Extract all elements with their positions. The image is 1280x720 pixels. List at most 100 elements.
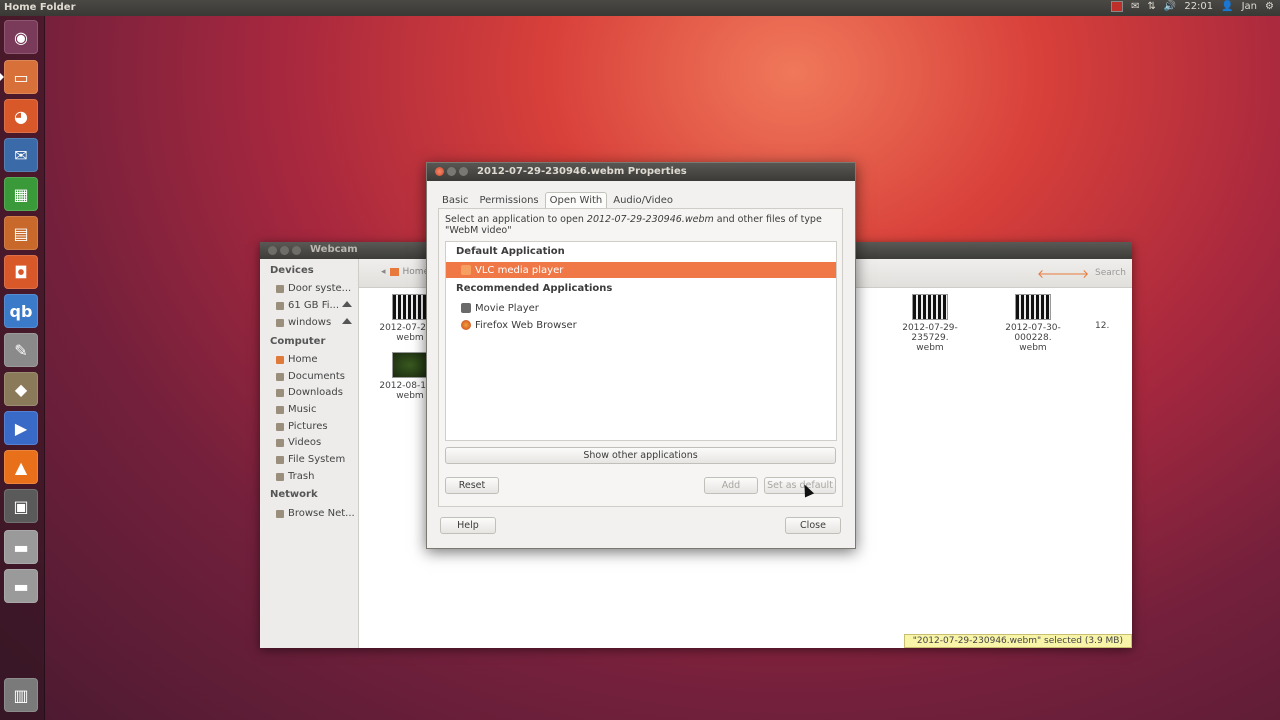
add-button[interactable]: Add xyxy=(704,477,758,494)
chevron-left-icon: ◂ xyxy=(381,267,386,277)
show-other-applications-button[interactable]: Show other applications xyxy=(445,447,836,464)
tab-bar: Basic Permissions Open With Audio/Video xyxy=(437,192,679,209)
sidebar-item-browse-network[interactable]: Browse Net... xyxy=(276,508,355,519)
sidebar-item-device[interactable]: Door syste... xyxy=(276,283,351,294)
launcher-thunderbird-icon[interactable]: ✉ xyxy=(4,138,38,172)
sidebar-item-documents[interactable]: Documents xyxy=(276,371,345,382)
folder-icon xyxy=(276,372,284,381)
clock[interactable]: 22:01 xyxy=(1184,1,1213,12)
folder-icon xyxy=(276,405,284,414)
search-button[interactable]: Search xyxy=(1095,268,1126,278)
app-row-firefox[interactable]: Firefox Web Browser xyxy=(446,317,836,333)
launcher-software-center-icon[interactable]: ◘ xyxy=(4,255,38,289)
close-icon[interactable] xyxy=(435,167,444,176)
default-application-header: Default Application xyxy=(456,246,565,257)
sidebar-header-devices: Devices xyxy=(270,265,314,276)
file-manager-title: Webcam xyxy=(310,244,358,255)
file-item[interactable]: 2012-07-30-000228. webm xyxy=(988,294,1078,353)
sidebar-item-device[interactable]: windows xyxy=(276,317,331,328)
eject-icon[interactable] xyxy=(342,301,352,307)
sidebar: Devices Door syste... 61 GB Fi... window… xyxy=(260,259,359,648)
launcher-dash-icon[interactable]: ◉ xyxy=(4,20,38,54)
launcher-movie-player-icon[interactable]: ▶ xyxy=(4,411,38,445)
system-tray: ✉ ⇅ 🔊 22:01 👤 Jan ⚙ xyxy=(1111,1,1274,12)
sidebar-item-music[interactable]: Music xyxy=(276,404,316,415)
application-list: Default Application VLC media player Rec… xyxy=(445,241,837,441)
eject-icon[interactable] xyxy=(342,318,352,324)
folder-icon xyxy=(276,438,284,447)
sidebar-item-videos[interactable]: Videos xyxy=(276,437,321,448)
launcher-firefox-icon[interactable]: ◕ xyxy=(4,99,38,133)
open-with-description: Select an application to open 2012-07-29… xyxy=(445,214,822,236)
home-icon xyxy=(389,268,399,276)
drive-icon xyxy=(276,318,284,327)
help-button[interactable]: Help xyxy=(440,517,496,534)
tab-open-with[interactable]: Open With xyxy=(544,192,608,209)
video-thumbnail xyxy=(1015,294,1051,320)
network-icon[interactable]: ⇅ xyxy=(1147,1,1155,12)
video-thumbnail xyxy=(392,294,428,320)
properties-dialog: 2012-07-29-230946.webm Properties Basic … xyxy=(426,162,856,549)
recommended-applications-header: Recommended Applications xyxy=(456,283,613,294)
close-icon[interactable] xyxy=(268,246,277,255)
launcher-libreoffice-calc-icon[interactable]: ▦ xyxy=(4,177,38,211)
launcher-text-editor-icon[interactable]: ✎ xyxy=(4,333,38,367)
sidebar-item-trash[interactable]: Trash xyxy=(276,471,314,482)
user-name[interactable]: Jan xyxy=(1242,1,1257,12)
file-item[interactable]: 2012-07-29-235729. webm xyxy=(885,294,975,353)
home-icon xyxy=(276,355,284,364)
sidebar-header-computer: Computer xyxy=(270,336,326,347)
sidebar-header-network: Network xyxy=(270,489,318,500)
folder-icon xyxy=(276,422,284,431)
dialog-titlebar[interactable]: 2012-07-29-230946.webm Properties xyxy=(427,163,855,181)
volume-icon[interactable]: 🔊 xyxy=(1164,1,1176,12)
app-row-movie-player[interactable]: Movie Player xyxy=(446,300,836,316)
forward-arrow-icon[interactable]: 🡒 xyxy=(1057,266,1089,281)
launcher-drive-1-icon[interactable]: ▬ xyxy=(4,530,38,564)
launcher-gimp-icon[interactable]: ◆ xyxy=(4,372,38,406)
video-thumbnail xyxy=(392,352,428,378)
drive-icon xyxy=(276,455,284,464)
launcher-terminal-icon[interactable]: ▣ xyxy=(4,489,38,523)
drive-icon xyxy=(276,301,284,310)
tab-audio-video[interactable]: Audio/Video xyxy=(608,192,678,209)
launcher-trash-icon[interactable]: ▥ xyxy=(4,678,38,712)
video-thumbnail xyxy=(912,294,948,320)
sidebar-item-file-system[interactable]: File System xyxy=(276,454,345,465)
top-panel: Home Folder ✉ ⇅ 🔊 22:01 👤 Jan ⚙ xyxy=(0,0,1280,16)
dialog-title: 2012-07-29-230946.webm Properties xyxy=(477,166,687,177)
launcher-qbittorrent-icon[interactable]: qb xyxy=(4,294,38,328)
maximize-icon[interactable] xyxy=(292,246,301,255)
sidebar-item-downloads[interactable]: Downloads xyxy=(276,387,343,398)
drive-icon xyxy=(276,284,284,293)
app-row-vlc[interactable]: VLC media player xyxy=(446,262,836,278)
user-icon[interactable]: 👤 xyxy=(1221,1,1233,12)
reset-button[interactable]: Reset xyxy=(445,477,499,494)
running-indicator-icon xyxy=(0,73,4,81)
launcher-files-icon[interactable]: ▭ xyxy=(4,60,38,94)
status-bar: "2012-07-29-230946.webm" selected (3.9 M… xyxy=(903,634,1132,648)
sidebar-item-device[interactable]: 61 GB Fi... xyxy=(276,300,339,311)
launcher-drive-2-icon[interactable]: ▬ xyxy=(4,569,38,603)
indicator-badge-icon[interactable] xyxy=(1111,1,1124,12)
trash-icon xyxy=(276,472,284,481)
gear-icon[interactable]: ⚙ xyxy=(1265,1,1274,12)
network-icon xyxy=(276,509,284,518)
folder-icon xyxy=(276,388,284,397)
open-with-panel: Select an application to open 2012-07-29… xyxy=(438,208,843,507)
tab-basic[interactable]: Basic xyxy=(437,192,473,209)
launcher-vlc-icon[interactable]: ▲ xyxy=(4,450,38,484)
breadcrumb[interactable]: ◂ Home xyxy=(381,267,429,277)
mail-icon[interactable]: ✉ xyxy=(1131,1,1139,12)
close-button[interactable]: Close xyxy=(785,517,841,534)
minimize-icon[interactable] xyxy=(447,167,456,176)
minimize-icon[interactable] xyxy=(280,246,289,255)
sidebar-item-pictures[interactable]: Pictures xyxy=(276,421,328,432)
launcher: ◉ ▭ ◕ ✉ ▦ ▤ ◘ qb ✎ ◆ ▶ ▲ ▣ ▬ ▬ ▥ xyxy=(0,16,45,720)
sidebar-item-home[interactable]: Home xyxy=(276,354,318,365)
file-item-partial[interactable]: 12. xyxy=(1095,321,1125,331)
tab-permissions[interactable]: Permissions xyxy=(474,192,543,209)
launcher-libreoffice-impress-icon[interactable]: ▤ xyxy=(4,216,38,250)
maximize-icon[interactable] xyxy=(459,167,468,176)
vlc-icon xyxy=(461,265,471,275)
